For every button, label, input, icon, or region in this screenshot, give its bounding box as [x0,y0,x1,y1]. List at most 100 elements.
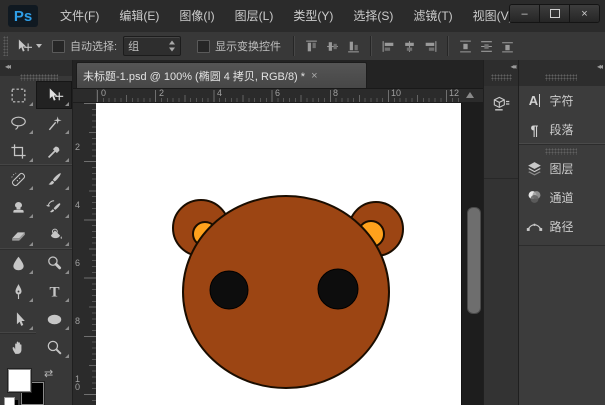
narrow-dock: ◂◂ [483,60,519,405]
current-tool-button[interactable] [14,38,42,55]
h-ruler-label: 6 [275,89,280,98]
type-tool[interactable]: T [36,277,72,305]
hand-tool[interactable] [0,333,36,361]
paint-bucket-tool[interactable] [36,221,72,249]
menu-filter[interactable]: 滤镜(T) [403,0,462,32]
align-right-edges-button[interactable] [422,38,439,55]
crop-tool[interactable] [0,137,36,165]
h-ruler-label: 10 [391,89,401,98]
move-tool[interactable] [36,81,72,109]
paths-panel-button[interactable]: 路径 [519,212,605,241]
swap-colors-icon[interactable]: ⇄ [44,367,53,380]
align-vertical-centers-button[interactable] [324,38,341,55]
align-top-edges-button[interactable] [303,38,320,55]
distribute-vertical-centers-button[interactable] [478,38,495,55]
align-horizontal-centers-button[interactable] [401,38,418,55]
document-tab-bar: 未标题-1.psd @ 100% (椭圆 4 拷贝, RGB/8) * × [73,60,483,89]
window-controls: – × [509,4,600,23]
tool-grid: T [0,81,72,361]
layers-panel-group: 图层 通道 路径 [519,144,605,246]
auto-select-target-value: 组 [128,38,139,54]
layers-group-grip[interactable] [545,148,577,155]
pen-tool[interactable] [0,277,36,305]
tool-preset-caret [36,44,42,48]
show-transform-checkbox[interactable] [197,40,210,53]
align-bottom-edges-button[interactable] [345,38,362,55]
blur-drop-icon [9,254,28,273]
auto-select-checkbox[interactable] [52,40,65,53]
vertical-ruler[interactable]: 246810 [73,103,96,405]
menu-file[interactable]: 文件(F) [50,0,109,32]
default-colors-icon[interactable] [4,397,15,405]
narrow-dock-collapse-icon[interactable]: ◂◂ [510,62,514,71]
h-ruler-label: 4 [217,89,222,98]
maximize-button[interactable] [539,5,569,22]
3d-cube-icon [491,94,511,114]
distribute-top-edges-button[interactable] [457,38,474,55]
3d-panel-button[interactable] [488,92,514,116]
channels-panel-button[interactable]: 通道 [519,183,605,212]
character-panel-button[interactable]: A 字符 [519,86,605,115]
eyedropper-tool[interactable] [36,137,72,165]
brush-tool[interactable] [36,165,72,193]
toolbox-panel: ◂◂ T [0,60,73,405]
menu-edit[interactable]: 编辑(E) [109,0,169,32]
distribute-bottom-edges-button[interactable] [499,38,516,55]
vertical-scrollbar-thumb[interactable] [467,207,481,314]
v-ruler-label: 8 [75,317,82,325]
toolbox-collapse-icon[interactable]: ◂◂ [5,62,9,71]
spot-healing-brush-tool[interactable] [0,165,36,193]
magic-wand-icon [45,114,64,133]
menu-select[interactable]: 选择(S) [343,0,403,32]
zoom-tool[interactable] [36,333,72,361]
toolbox-grip[interactable] [20,74,58,81]
lasso-tool[interactable] [0,109,36,137]
toolbox-header: ◂◂ [0,60,72,76]
document-area: 未标题-1.psd @ 100% (椭圆 4 拷贝, RGB/8) * × 02… [73,60,483,405]
layers-panel-button[interactable]: 图层 [519,154,605,183]
v-ruler-label: 4 [75,201,82,209]
blur-tool[interactable] [0,249,36,277]
options-grip[interactable] [3,36,8,56]
rectangular-marquee-tool[interactable] [0,81,36,109]
ellipse-shape-tool[interactable] [36,305,72,333]
show-transform-label: 显示变换控件 [215,38,281,54]
panel-dock-collapse-icon[interactable]: ◂◂ [597,62,601,71]
v-ruler-label: 10 [75,375,82,391]
panel-dock-grip[interactable] [545,74,577,81]
path-selection-tool[interactable] [0,305,36,333]
v-ruler-label: 2 [75,143,82,151]
dodge-tool[interactable] [36,249,72,277]
narrow-dock-header: ◂◂ [484,60,519,86]
align-left-edges-button[interactable] [380,38,397,55]
menu-type[interactable]: 类型(Y) [283,0,343,32]
zoom-icon [45,338,64,357]
history-brush-tool[interactable] [36,193,72,221]
narrow-dock-content [484,86,519,179]
clone-stamp-tool[interactable] [0,193,36,221]
character-icon: A [529,94,540,107]
minimize-button[interactable]: – [510,5,539,22]
document-tab[interactable]: 未标题-1.psd @ 100% (椭圆 4 拷贝, RGB/8) * × [76,62,367,88]
tab-close-icon[interactable]: × [311,70,317,82]
photoshop-window: Ps 文件(F) 编辑(E) 图像(I) 图层(L) 类型(Y) 选择(S) 滤… [0,0,605,405]
crop-icon [9,142,28,161]
menu-image[interactable]: 图像(I) [169,0,224,32]
dodge-icon [45,254,64,273]
brush-icon [45,170,64,189]
right-eye [318,269,358,309]
close-button[interactable]: × [569,5,599,22]
magic-wand-tool[interactable] [36,109,72,137]
narrow-dock-grip[interactable] [491,74,512,81]
scroll-up-arrow[interactable] [466,92,474,98]
menu-layer[interactable]: 图层(L) [225,0,284,32]
paragraph-panel-button[interactable]: ¶ 段落 [519,115,605,144]
foreground-swatch[interactable] [8,369,31,392]
canvas-gutter [461,103,483,405]
layers-panel-label: 图层 [549,160,573,177]
canvas-page[interactable] [96,103,461,405]
options-bar: 自动选择: 组 显示变换控件 [0,32,605,62]
eraser-tool[interactable] [0,221,36,249]
horizontal-ruler[interactable]: 024681012 [97,89,462,102]
auto-select-target-dropdown[interactable]: 组 [123,36,181,56]
